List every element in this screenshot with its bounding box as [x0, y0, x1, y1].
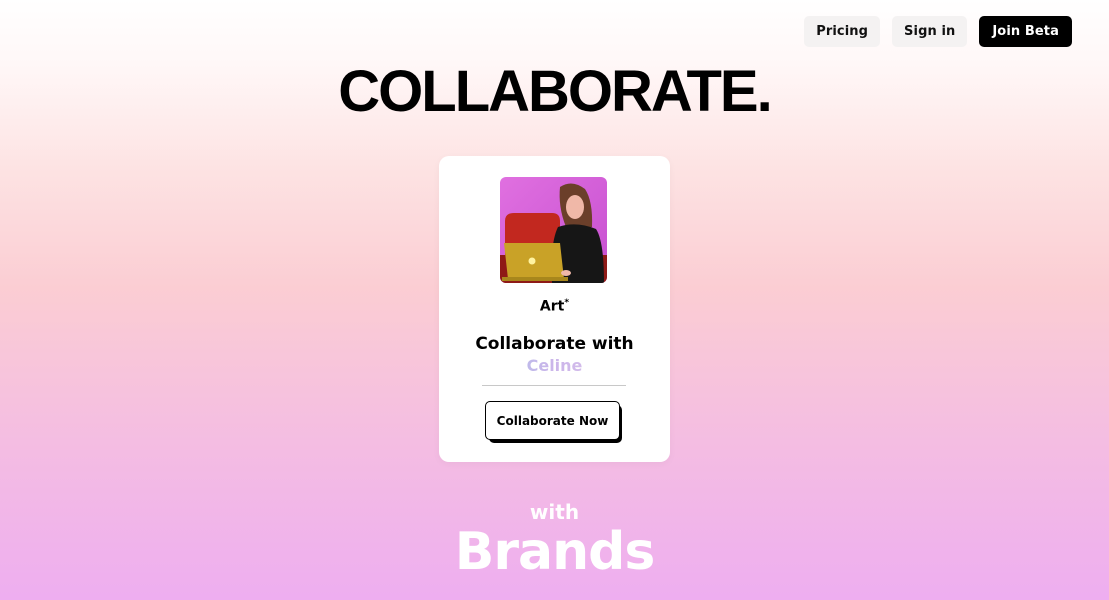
collaborate-now-button-wrapper[interactable]: Collaborate Now	[485, 401, 622, 443]
join-beta-button[interactable]: Join Beta	[979, 16, 1072, 47]
category-label: Art*	[539, 298, 570, 315]
top-navigation: Pricing Sign in Join Beta	[804, 16, 1072, 47]
creator-name: Celine	[439, 356, 670, 375]
collaborator-card: Art* Collaborate with Celine Collaborate…	[439, 156, 670, 462]
collaborate-now-button[interactable]: Collaborate Now	[485, 401, 620, 440]
collaborate-title: Collaborate with	[475, 334, 634, 354]
avatar-photo	[500, 177, 607, 283]
hero-headline: COLLABORATE.	[338, 59, 772, 124]
brands-heading: Brands	[454, 522, 656, 582]
with-text: with	[529, 500, 580, 524]
avatar	[500, 177, 607, 283]
sign-in-button[interactable]: Sign in	[892, 16, 968, 47]
pricing-button[interactable]: Pricing	[804, 16, 881, 47]
divider	[482, 385, 626, 386]
